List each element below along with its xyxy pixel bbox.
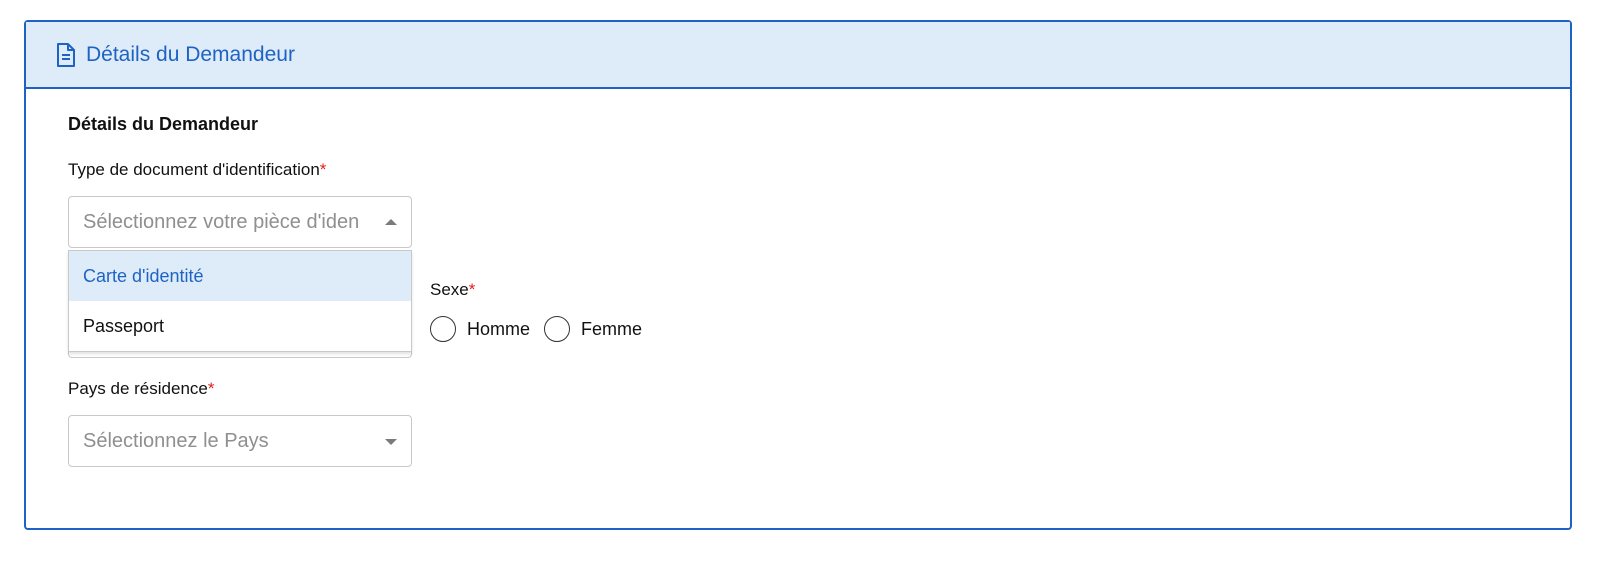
radio-homme[interactable]: Homme <box>430 316 530 342</box>
required-mark: * <box>468 280 476 299</box>
radio-circle-icon[interactable] <box>430 316 456 342</box>
id-document-label-text: Type de document d'identification <box>68 160 320 179</box>
sex-label: Sexe* <box>430 280 475 300</box>
required-mark: * <box>207 379 215 398</box>
country-placeholder: Sélectionnez le Pays <box>83 429 269 452</box>
panel-title: Détails du Demandeur <box>86 42 295 66</box>
sex-radio-group: Homme Femme <box>430 316 656 342</box>
radio-femme[interactable]: Femme <box>544 316 642 342</box>
section-title: Détails du Demandeur <box>68 114 259 134</box>
radio-homme-label[interactable]: Homme <box>467 319 530 340</box>
radio-circle-icon[interactable] <box>544 316 571 342</box>
option-carte-identite[interactable]: Carte d'identité <box>69 251 411 301</box>
country-label-text: Pays de résidence <box>68 379 208 398</box>
sex-label-text: Sexe <box>430 280 469 299</box>
id-document-label: Type de document d'identification* <box>68 160 326 180</box>
country-select[interactable]: Sélectionnez le Pays <box>68 415 412 467</box>
option-passeport[interactable]: Passeport <box>69 301 411 351</box>
id-document-select[interactable]: Sélectionnez votre pièce d'iden <box>68 196 412 248</box>
caret-down-icon <box>385 439 397 445</box>
country-label: Pays de résidence* <box>68 379 215 399</box>
required-mark: * <box>319 160 327 179</box>
id-document-dropdown: Carte d'identité Passeport <box>68 250 412 352</box>
id-document-placeholder: Sélectionnez votre pièce d'iden <box>83 210 360 233</box>
applicant-details-panel: Détails du Demandeur Détails du Demandeu… <box>24 20 1572 530</box>
radio-femme-label[interactable]: Femme <box>581 319 642 340</box>
caret-up-icon <box>385 219 397 225</box>
document-icon <box>56 42 76 67</box>
panel-header: Détails du Demandeur <box>26 22 1570 89</box>
